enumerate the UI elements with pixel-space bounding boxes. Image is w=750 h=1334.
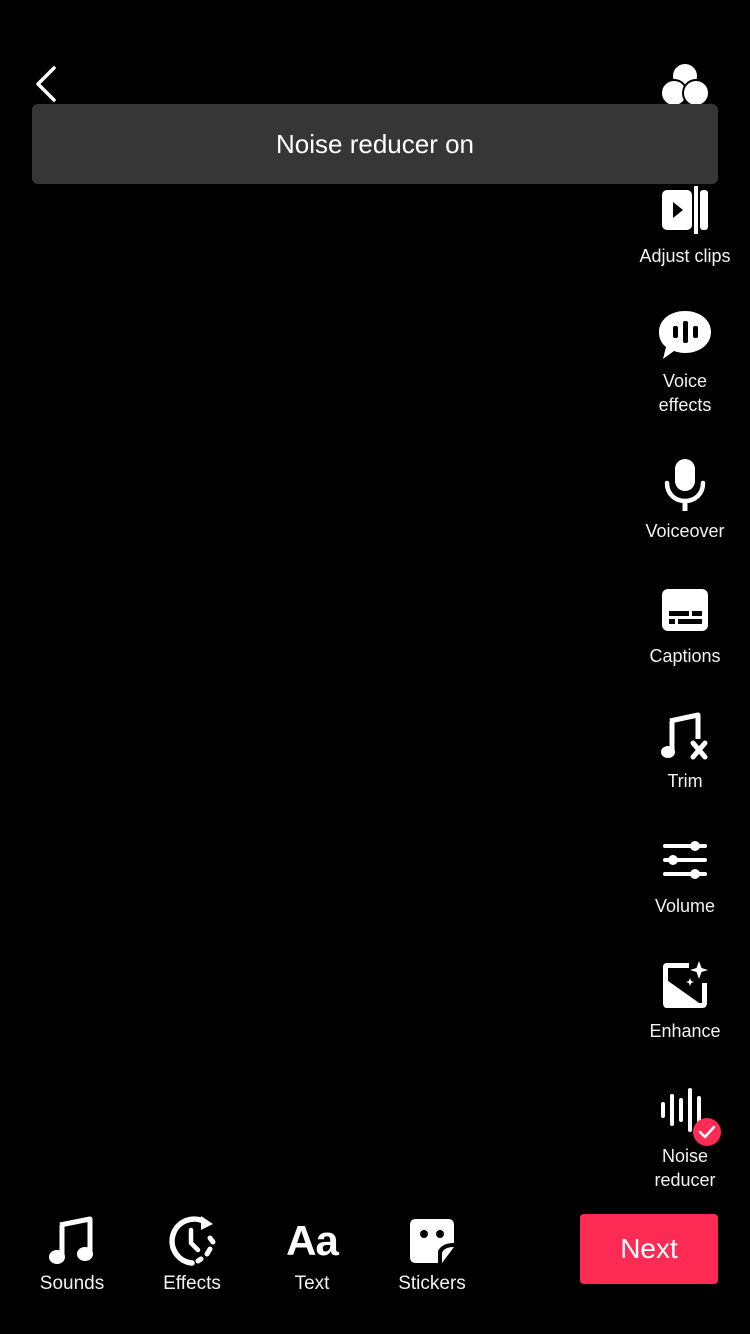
text-aa-icon: Aa (286, 1217, 339, 1264)
music-note-icon (42, 1211, 102, 1271)
enhance-image-icon (655, 955, 715, 1015)
tool-label: Sounds (39, 1273, 105, 1294)
sliders-icon (655, 830, 715, 890)
active-check-badge (693, 1118, 721, 1146)
captions-icon (655, 580, 715, 640)
tool-voiceover[interactable]: Voiceover (620, 455, 750, 543)
voice-effects-icon (655, 305, 715, 365)
effects-clock-icon (162, 1211, 222, 1271)
tool-adjust-clips[interactable]: Adjust clips (620, 180, 750, 268)
checkmark-icon (698, 1125, 716, 1139)
chevron-left-icon (36, 66, 56, 102)
tool-label: Enhance (649, 1021, 721, 1041)
sticker-icon (402, 1211, 462, 1271)
tool-effects[interactable]: Effects (137, 1211, 247, 1295)
tool-label: Adjust clips (639, 246, 731, 266)
tool-label: Volume (654, 896, 716, 916)
tool-label: Voice effects (658, 371, 712, 415)
bottom-toolbar: Sounds Effects Aa Text Stickers Next (0, 1205, 750, 1315)
trim-music-icon (655, 705, 715, 765)
adjust-clips-icon (655, 180, 715, 240)
tool-volume[interactable]: Volume (620, 830, 750, 918)
tool-sounds[interactable]: Sounds (17, 1211, 127, 1295)
tool-label: Voiceover (645, 521, 725, 541)
tool-voice-effects[interactable]: Voice effects (620, 305, 750, 417)
tool-label: Trim (667, 771, 703, 791)
back-button[interactable] (30, 62, 66, 106)
tool-label: Captions (649, 646, 721, 666)
tool-text[interactable]: Aa Text (257, 1211, 367, 1295)
microphone-icon (655, 455, 715, 515)
tool-captions[interactable]: Captions (620, 580, 750, 668)
toast-notification: Noise reducer on (32, 104, 718, 184)
tool-label: Effects (163, 1273, 221, 1294)
tool-label: Text (294, 1273, 330, 1294)
tool-enhance[interactable]: Enhance (620, 955, 750, 1043)
tool-stickers[interactable]: Stickers (377, 1211, 487, 1295)
next-button[interactable]: Next (580, 1214, 718, 1284)
toast-message: Noise reducer on (276, 128, 474, 159)
tool-noise-reducer[interactable]: Noise reducer (620, 1080, 750, 1192)
tool-label: Stickers (398, 1273, 466, 1294)
tool-label: Noise reducer (654, 1146, 716, 1190)
tool-trim[interactable]: Trim (620, 705, 750, 793)
waveform-icon (655, 1080, 721, 1146)
